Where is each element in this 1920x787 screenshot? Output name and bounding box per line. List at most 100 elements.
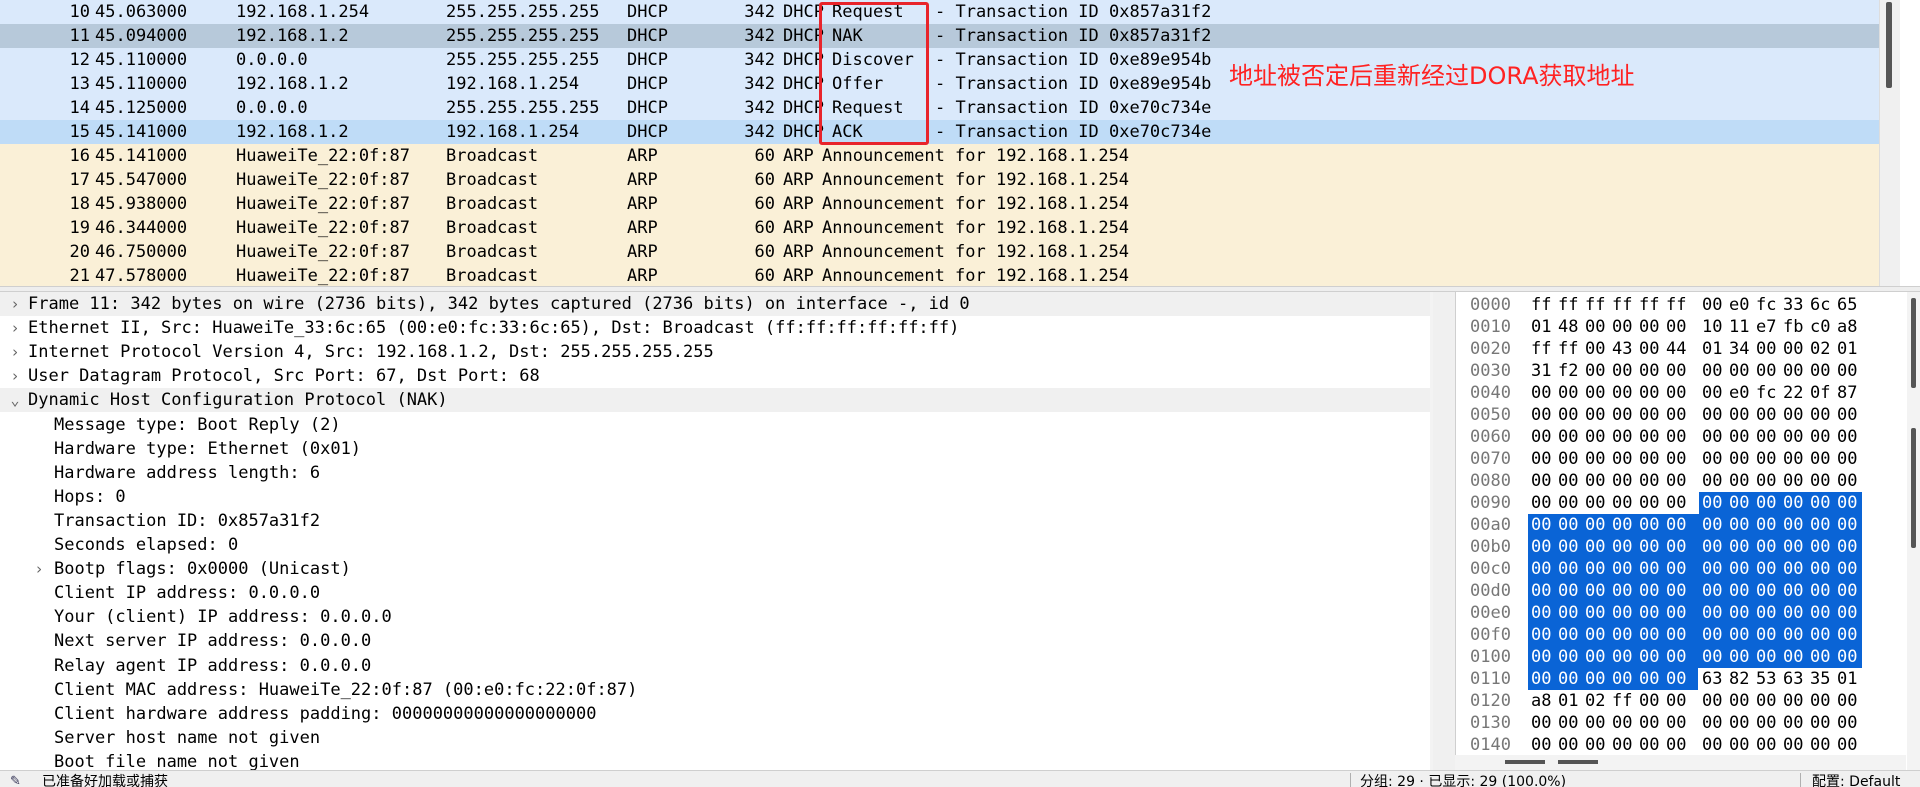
hex-byte[interactable]: 00 — [1666, 668, 1694, 690]
hex-byte[interactable]: 00 — [1585, 316, 1613, 338]
hex-byte[interactable]: 01 — [1837, 668, 1865, 690]
hex-byte[interactable]: 00 — [1702, 580, 1730, 602]
hex-byte[interactable]: 00 — [1531, 602, 1559, 624]
hex-byte[interactable]: 00 — [1810, 448, 1838, 470]
hex-byte[interactable]: 00 — [1639, 316, 1667, 338]
chevron-right-icon[interactable]: › — [8, 292, 22, 316]
hex-byte[interactable]: 00 — [1810, 580, 1838, 602]
hex-byte[interactable]: 00 — [1756, 536, 1784, 558]
packet-row[interactable]: 15 45.141000 192.168.1.2 192.168.1.254 DHCP 3… — [0, 120, 1898, 144]
hex-byte[interactable]: 00 — [1837, 734, 1865, 756]
hex-byte[interactable]: 00 — [1585, 382, 1613, 404]
hex-byte[interactable]: 00 — [1702, 734, 1730, 756]
hex-byte[interactable]: 00 — [1558, 602, 1586, 624]
hex-byte[interactable]: 00 — [1612, 624, 1640, 646]
hex-byte[interactable]: 00 — [1612, 316, 1640, 338]
hex-byte[interactable]: 00 — [1729, 646, 1757, 668]
hex-byte[interactable]: 22 — [1783, 382, 1811, 404]
bytes-hscroll-thumb-2[interactable] — [1558, 760, 1598, 764]
hex-byte[interactable]: 00 — [1639, 470, 1667, 492]
hex-byte[interactable]: 33 — [1783, 294, 1811, 316]
bytes-scrollbar[interactable] — [1907, 292, 1920, 770]
hex-byte[interactable]: 00 — [1666, 558, 1694, 580]
packet-list[interactable]: 10 45.063000 192.168.1.254 255.255.255.255 D… — [0, 0, 1900, 286]
hex-byte[interactable]: 00 — [1810, 470, 1838, 492]
detail-tree-item[interactable]: › Frame 11: 342 bytes on wire (2736 bits)… — [0, 292, 1430, 316]
hex-byte[interactable]: 00 — [1666, 734, 1694, 756]
hex-byte[interactable]: 34 — [1729, 338, 1757, 360]
hex-byte[interactable]: 00 — [1639, 360, 1667, 382]
hex-byte[interactable]: 00 — [1702, 448, 1730, 470]
hex-byte[interactable]: a8 — [1837, 316, 1865, 338]
hex-byte[interactable]: 00 — [1666, 580, 1694, 602]
hex-byte[interactable]: 00 — [1558, 514, 1586, 536]
hex-byte[interactable]: 00 — [1612, 602, 1640, 624]
hex-byte[interactable]: 00 — [1810, 602, 1838, 624]
hex-byte[interactable]: ff — [1612, 294, 1640, 316]
hex-byte[interactable]: ff — [1531, 338, 1559, 360]
hex-byte[interactable]: 00 — [1756, 338, 1784, 360]
hex-byte[interactable]: 00 — [1531, 470, 1559, 492]
hex-byte[interactable]: 00 — [1783, 470, 1811, 492]
hex-byte[interactable]: 00 — [1531, 536, 1559, 558]
hex-byte[interactable]: 00 — [1585, 514, 1613, 536]
hex-byte[interactable]: 00 — [1810, 624, 1838, 646]
hex-byte[interactable]: 00 — [1612, 448, 1640, 470]
detail-tree-item[interactable]: › Ethernet II, Src: HuaweiTe_33:6c:65 (00… — [0, 316, 1430, 340]
hex-byte[interactable]: 00 — [1756, 712, 1784, 734]
detail-tree-item[interactable]: Hops: 0 — [0, 485, 1430, 509]
hex-byte[interactable]: e0 — [1729, 294, 1757, 316]
hex-byte[interactable]: ff — [1666, 294, 1694, 316]
hex-byte[interactable]: 02 — [1810, 338, 1838, 360]
status-profile[interactable]: 配置: Default — [1812, 771, 1900, 787]
hex-byte[interactable]: 00 — [1837, 624, 1865, 646]
hex-byte[interactable]: 00 — [1783, 536, 1811, 558]
detail-tree-item[interactable]: › Internet Protocol Version 4, Src: 192.1… — [0, 340, 1430, 364]
hex-byte[interactable]: 00 — [1612, 734, 1640, 756]
hex-byte[interactable]: 00 — [1837, 602, 1865, 624]
hex-byte[interactable]: 00 — [1531, 492, 1559, 514]
hex-byte[interactable]: ff — [1558, 338, 1586, 360]
hex-byte[interactable]: 00 — [1783, 690, 1811, 712]
hex-byte[interactable]: 00 — [1810, 734, 1838, 756]
hex-byte[interactable]: 00 — [1756, 448, 1784, 470]
hex-byte[interactable]: 00 — [1639, 492, 1667, 514]
hex-byte[interactable]: 00 — [1639, 690, 1667, 712]
hex-byte[interactable]: 01 — [1837, 338, 1865, 360]
hex-byte[interactable]: 00 — [1585, 448, 1613, 470]
hex-byte[interactable]: c0 — [1810, 316, 1838, 338]
hex-byte[interactable]: 00 — [1837, 646, 1865, 668]
hex-byte[interactable]: 00 — [1783, 448, 1811, 470]
hex-byte[interactable]: 65 — [1837, 294, 1865, 316]
hex-byte[interactable]: 31 — [1531, 360, 1559, 382]
hex-byte[interactable]: 00 — [1810, 536, 1838, 558]
hex-byte[interactable]: 82 — [1729, 668, 1757, 690]
hex-byte[interactable]: 00 — [1702, 712, 1730, 734]
hex-byte[interactable]: 00 — [1783, 514, 1811, 536]
hex-byte[interactable]: 44 — [1666, 338, 1694, 360]
hex-byte[interactable]: 48 — [1558, 316, 1586, 338]
hex-byte[interactable]: 00 — [1810, 426, 1838, 448]
chevron-right-icon[interactable]: › — [8, 340, 22, 364]
hex-byte[interactable]: 00 — [1783, 580, 1811, 602]
hex-byte[interactable]: 00 — [1837, 580, 1865, 602]
hex-byte[interactable]: 00 — [1810, 712, 1838, 734]
hex-byte[interactable]: 00 — [1783, 734, 1811, 756]
hex-byte[interactable]: 00 — [1810, 690, 1838, 712]
hex-byte[interactable]: 00 — [1612, 558, 1640, 580]
detail-tree-item[interactable]: Client hardware address padding: 0000000… — [0, 702, 1430, 726]
hex-byte[interactable]: 00 — [1783, 624, 1811, 646]
hex-byte[interactable]: ff — [1558, 294, 1586, 316]
hex-byte[interactable]: 00 — [1585, 668, 1613, 690]
hex-byte[interactable]: 00 — [1729, 580, 1757, 602]
hex-byte[interactable]: 00 — [1702, 558, 1730, 580]
hex-byte[interactable]: 00 — [1558, 404, 1586, 426]
hex-byte[interactable]: 00 — [1639, 404, 1667, 426]
hex-byte[interactable]: 01 — [1558, 690, 1586, 712]
hex-byte[interactable]: 00 — [1810, 646, 1838, 668]
hex-byte[interactable]: 00 — [1729, 558, 1757, 580]
hex-byte[interactable]: 00 — [1558, 558, 1586, 580]
hex-byte[interactable]: 00 — [1810, 360, 1838, 382]
hex-byte[interactable]: 00 — [1729, 514, 1757, 536]
hex-byte[interactable]: 00 — [1756, 404, 1784, 426]
